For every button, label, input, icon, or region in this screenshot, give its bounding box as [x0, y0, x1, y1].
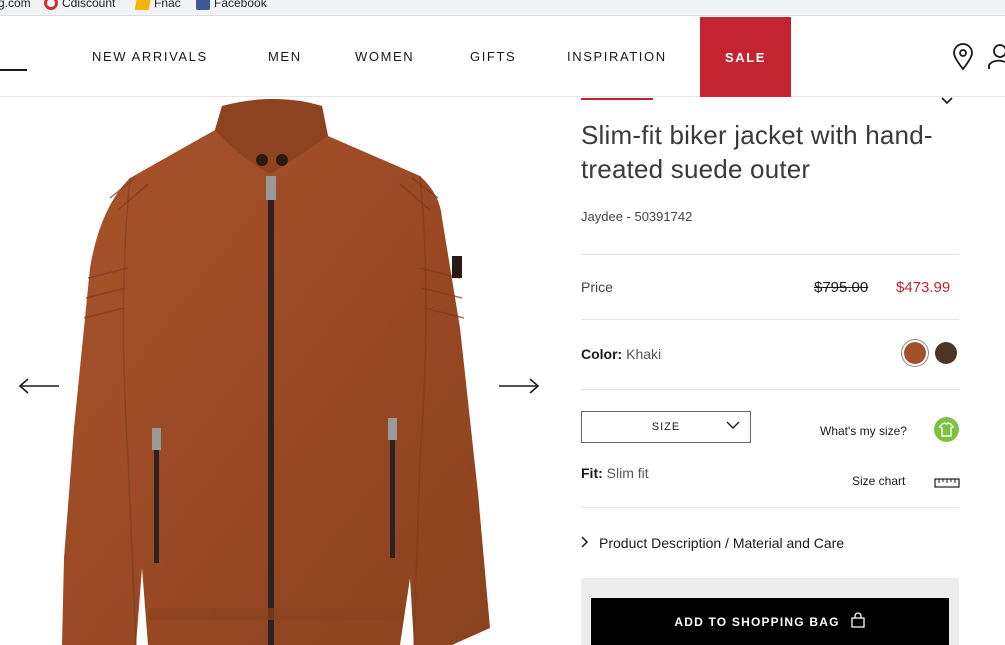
bookmark-label: Facebook: [214, 0, 267, 10]
bookmark-label: Fnac: [154, 0, 181, 10]
price-label: Price: [581, 279, 613, 295]
color-value: Khaki: [626, 346, 662, 362]
add-to-bag-label: ADD TO SHOPPING BAG: [674, 614, 840, 629]
add-to-bag-container: ADD TO SHOPPING BAG: [581, 578, 959, 645]
product-jacket-image: [62, 99, 490, 645]
chevron-down-icon: [726, 420, 740, 433]
nav-men[interactable]: MEN: [268, 49, 302, 64]
color-swatch-dark-brown[interactable]: [935, 342, 957, 364]
whats-my-size-link[interactable]: What's my size?: [820, 424, 907, 438]
fit-label: Fit:: [581, 465, 603, 481]
bookmark-item[interactable]: Fnac: [134, 0, 181, 10]
bookmark-label: Cdiscount: [62, 0, 116, 10]
product-sku: Jaydee - 50391742: [581, 209, 693, 224]
nav-women[interactable]: WOMEN: [355, 49, 414, 64]
divider: [581, 389, 959, 390]
next-image-arrow-icon[interactable]: [498, 376, 540, 396]
bookmark-item[interactable]: g.com: [0, 0, 31, 10]
color-label: Color:: [581, 346, 623, 362]
fnac-icon: [134, 0, 152, 10]
user-icon[interactable]: [988, 43, 1005, 76]
previous-image-arrow-icon[interactable]: [18, 376, 60, 396]
original-price: $795.00: [814, 279, 869, 296]
product-description-toggle[interactable]: Product Description / Material and Care: [581, 535, 959, 551]
size-select[interactable]: SIZE: [581, 411, 751, 443]
ruler-icon[interactable]: [934, 475, 960, 493]
size-select-label: SIZE: [651, 421, 681, 433]
product-gallery: [0, 98, 560, 645]
facebook-icon: [196, 0, 210, 10]
bookmark-item[interactable]: Cdiscount: [44, 0, 115, 10]
bookmark-item[interactable]: Facebook: [196, 0, 267, 10]
divider: [581, 319, 959, 320]
sale-price: $473.99: [896, 279, 951, 296]
size-chart-link[interactable]: Size chart: [852, 474, 905, 488]
nav-new-arrivals[interactable]: NEW ARRIVALS: [92, 49, 208, 64]
size-advisor-shirt-icon[interactable]: [934, 417, 959, 442]
color-row: Color: Khaki: [581, 346, 661, 362]
bookmarks-bar: g.com Cdiscount Fnac Facebook: [0, 0, 1005, 16]
fit-row: Fit: Slim fit: [581, 465, 649, 481]
description-toggle-label: Product Description / Material and Care: [599, 535, 845, 551]
bookmark-label: g.com: [0, 0, 31, 10]
fit-value: Slim fit: [606, 465, 649, 481]
accent-line: [581, 98, 653, 100]
nav-inspiration[interactable]: INSPIRATION: [567, 49, 667, 64]
shopping-bag-icon: [850, 612, 866, 631]
nav-sale[interactable]: SALE: [700, 17, 791, 97]
site-header: NEW ARRIVALS MEN WOMEN GIFTS INSPIRATION…: [0, 17, 1005, 97]
nav-gifts[interactable]: GIFTS: [470, 49, 516, 64]
chevron-right-icon: [581, 535, 589, 551]
chevron-down-icon[interactable]: [941, 92, 953, 110]
product-title: Slim-fit biker jacket with hand-treated …: [581, 120, 933, 184]
add-to-bag-button[interactable]: ADD TO SHOPPING BAG: [591, 598, 949, 645]
divider: [581, 507, 959, 508]
location-pin-icon[interactable]: [952, 43, 974, 76]
logo[interactable]: [0, 69, 27, 71]
cdiscount-icon: [44, 0, 58, 10]
color-swatch-khaki[interactable]: [904, 342, 926, 364]
divider: [581, 254, 959, 255]
